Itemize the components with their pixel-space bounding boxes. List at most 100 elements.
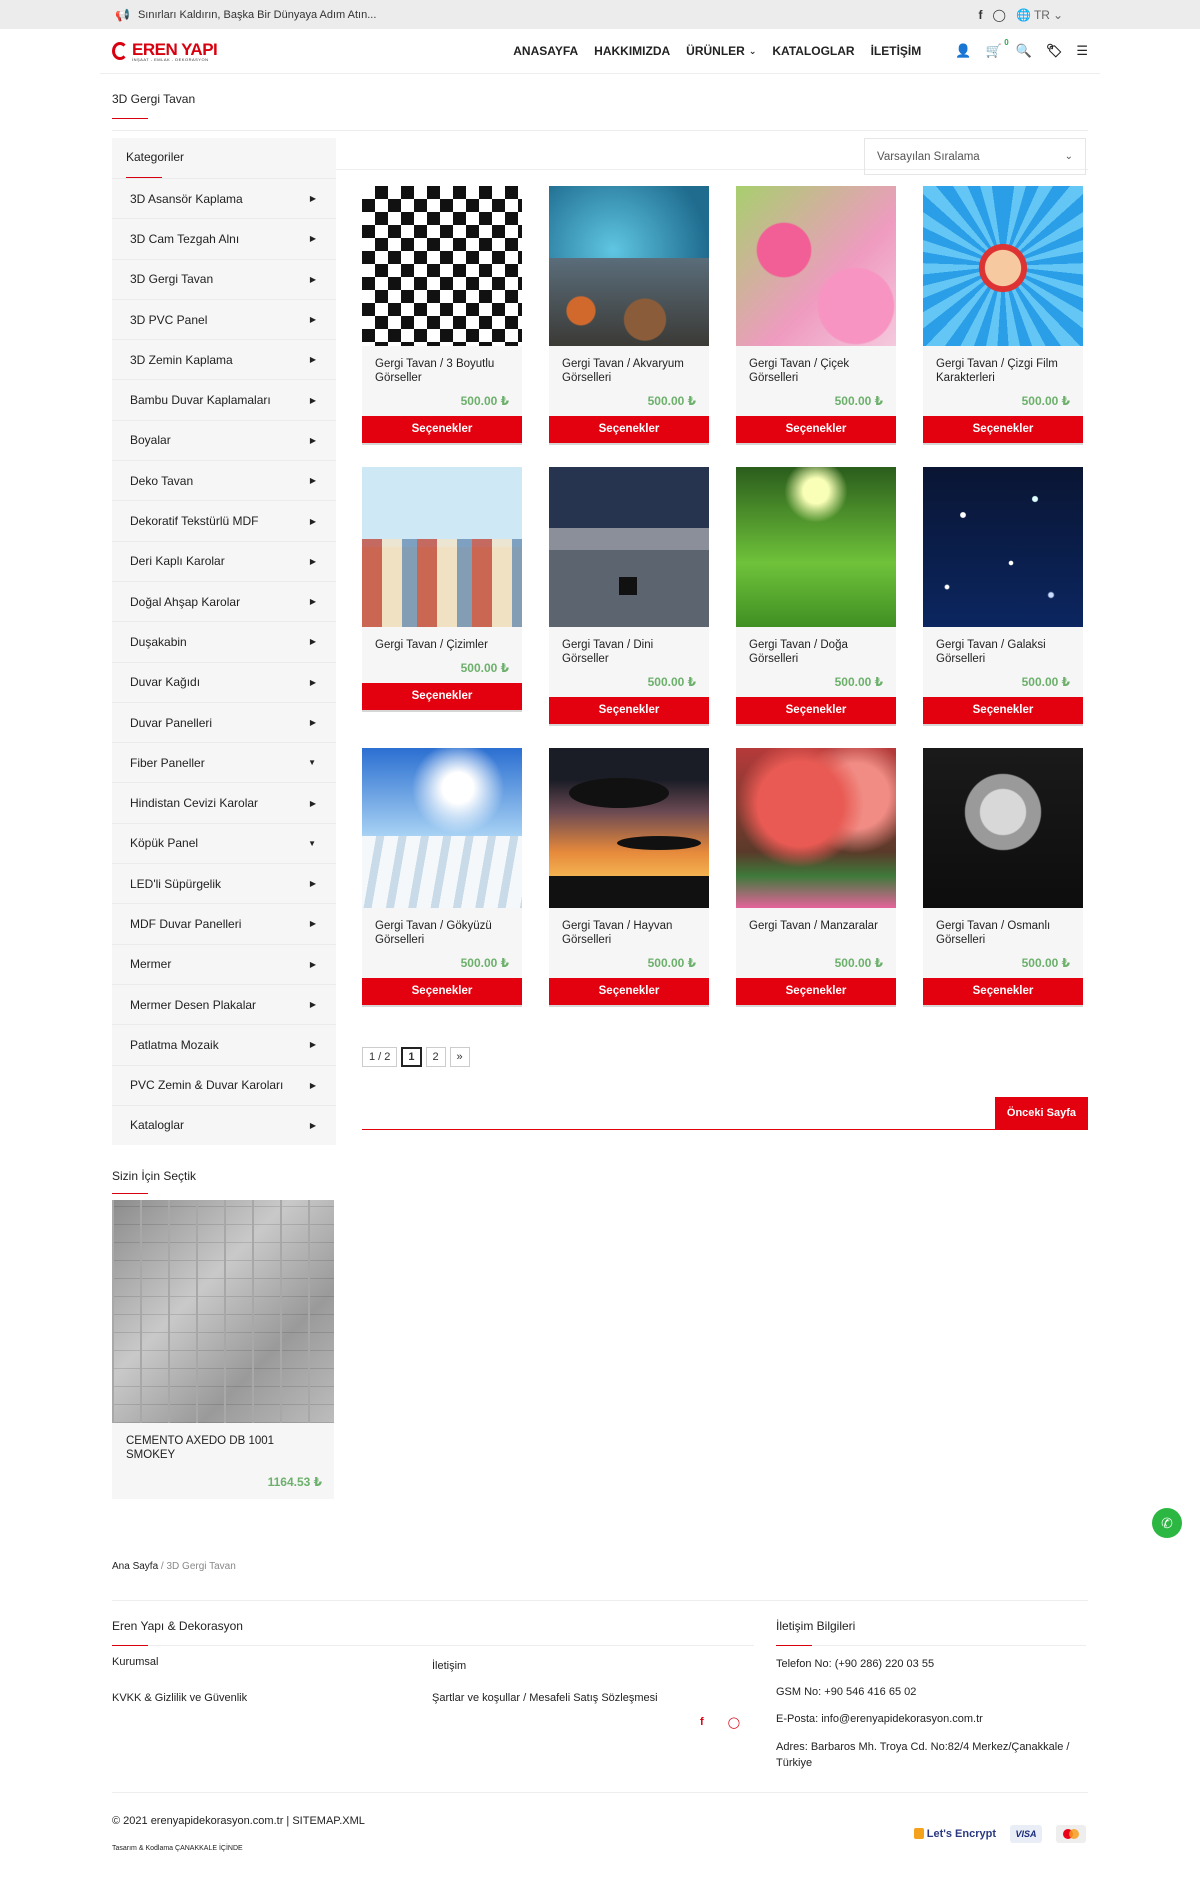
sidebar-category-item[interactable]: 3D Asansör Kaplama ▶ xyxy=(112,178,336,218)
sidebar-category-item[interactable]: LED'li Süpürgelik ▶ xyxy=(112,863,336,903)
sidebar-category-item[interactable]: Dekoratif Tekstürlü MDF ▶ xyxy=(112,500,336,540)
sidebar-category-item[interactable]: Deko Tavan ▶ xyxy=(112,460,336,500)
product-image[interactable] xyxy=(362,467,522,627)
whatsapp-button[interactable]: ✆ xyxy=(1152,1508,1182,1538)
product-card[interactable]: Gergi Tavan / Çiçek Görselleri 500.00 ₺ Se… xyxy=(736,186,896,443)
product-card[interactable]: Gergi Tavan / Gökyüzü Görselleri 500.00 ₺… xyxy=(362,748,522,1005)
sidebar-category-item[interactable]: MDF Duvar Panelleri ▶ xyxy=(112,903,336,943)
options-button[interactable]: Seçenekler xyxy=(736,978,896,1005)
instagram-icon[interactable]: ◯ xyxy=(728,1716,740,1729)
product-title[interactable]: Gergi Tavan / Doğa Görselleri xyxy=(749,639,883,667)
product-image[interactable] xyxy=(736,186,896,346)
product-card[interactable]: Gergi Tavan / Akvaryum Görselleri 500.00 … xyxy=(549,186,709,443)
product-image[interactable] xyxy=(923,467,1083,627)
sidebar-category-item[interactable]: 3D Zemin Kaplama ▶ xyxy=(112,339,336,379)
product-image[interactable] xyxy=(549,467,709,627)
sidebar-category-item[interactable]: 3D PVC Panel ▶ xyxy=(112,298,336,339)
options-button[interactable]: Seçenekler xyxy=(923,978,1083,1005)
nav-products[interactable]: ÜRÜNLER ⌄ xyxy=(686,44,756,58)
product-image[interactable] xyxy=(362,748,522,908)
options-button[interactable]: Seçenekler xyxy=(549,416,709,443)
product-image[interactable] xyxy=(923,748,1083,908)
options-button[interactable]: Seçenekler xyxy=(362,683,522,710)
pagination-next[interactable]: » xyxy=(449,1047,470,1067)
product-card[interactable]: Gergi Tavan / 3 Boyutlu Görseller 500.00 … xyxy=(362,186,522,443)
product-image[interactable] xyxy=(549,748,709,908)
sidebar-category-item[interactable]: Mermer ▶ xyxy=(112,943,336,984)
options-button[interactable]: Seçenekler xyxy=(923,416,1083,443)
picked-product-card[interactable]: CEMENTO AXEDO DB 1001 SMOKEY 1164.53 ₺ xyxy=(112,1200,334,1499)
menu-icon[interactable]: ☰ xyxy=(1076,43,1088,59)
product-title[interactable]: Gergi Tavan / Çizgi Film Karakterleri xyxy=(936,358,1070,386)
product-title[interactable]: Gergi Tavan / Akvaryum Görselleri xyxy=(562,358,696,386)
sidebar-category-item[interactable]: Köpük Panel ▼ xyxy=(112,822,336,863)
product-image[interactable] xyxy=(736,748,896,908)
sidebar-category-item[interactable]: Duşakabin ▶ xyxy=(112,621,336,661)
user-icon[interactable]: 👤 xyxy=(955,43,971,59)
sidebar-category-item[interactable]: Mermer Desen Plakalar ▶ xyxy=(112,983,336,1024)
sidebar-category-item[interactable]: Patlatma Mozaik ▶ xyxy=(112,1024,336,1064)
product-image[interactable] xyxy=(362,186,522,346)
footer-link-kvkk[interactable]: KVKK & Gizlilik ve Güvenlik xyxy=(112,1692,432,1704)
breadcrumb-home[interactable]: Ana Sayfa xyxy=(112,1561,158,1572)
picked-product-image[interactable] xyxy=(112,1200,334,1424)
picked-product-title[interactable]: CEMENTO AXEDO DB 1001 SMOKEY xyxy=(112,1423,334,1463)
previous-page-button[interactable]: Önceki Sayfa xyxy=(994,1097,1088,1130)
options-button[interactable]: Seçenekler xyxy=(736,697,896,724)
options-button[interactable]: Seçenekler xyxy=(923,697,1083,724)
logo[interactable]: EREN YAPI İNŞAAT - EMLAK - DEKORASYON xyxy=(112,41,218,62)
footer-link-corporate[interactable]: Kurumsal xyxy=(112,1656,432,1672)
search-icon[interactable]: 🔍 xyxy=(1016,43,1032,59)
options-button[interactable]: Seçenekler xyxy=(362,978,522,1005)
sidebar-category-item[interactable]: Hindistan Cevizi Karolar ▶ xyxy=(112,782,336,822)
sidebar-category-item[interactable]: Deri Kaplı Karolar ▶ xyxy=(112,540,336,581)
footer-link-terms[interactable]: Şartlar ve koşullar / Mesafeli Satış Söz… xyxy=(432,1692,754,1704)
sidebar-category-item[interactable]: Doğal Ahşap Karolar ▶ xyxy=(112,580,336,621)
footer-link-contact[interactable]: İletişim xyxy=(432,1660,754,1672)
nav-home[interactable]: ANASAYFA xyxy=(513,44,578,58)
nav-catalogs[interactable]: KATALOGLAR xyxy=(772,44,854,58)
nav-contact[interactable]: İLETİŞİM xyxy=(871,44,922,58)
sidebar-category-item[interactable]: Bambu Duvar Kaplamaları ▶ xyxy=(112,379,336,419)
cart-icon[interactable]: 🛒 0 xyxy=(985,38,1008,59)
product-title[interactable]: Gergi Tavan / 3 Boyutlu Görseller xyxy=(375,358,509,386)
product-image[interactable] xyxy=(923,186,1083,346)
product-card[interactable]: Gergi Tavan / Çizgi Film Karakterleri 500… xyxy=(923,186,1083,443)
facebook-icon[interactable]: f xyxy=(979,8,983,22)
product-card[interactable]: Gergi Tavan / Dini Görseller 500.00 ₺ Seçe… xyxy=(549,467,709,724)
product-card[interactable]: Gergi Tavan / Çizimler 500.00 ₺ Seçenekler xyxy=(362,467,522,724)
product-title[interactable]: Gergi Tavan / Manzaralar xyxy=(749,920,883,948)
product-title[interactable]: Gergi Tavan / Osmanlı Görselleri xyxy=(936,920,1070,948)
facebook-icon[interactable]: f xyxy=(700,1716,704,1729)
pagination-page-2[interactable]: 2 xyxy=(425,1047,446,1067)
product-image[interactable] xyxy=(736,467,896,627)
sidebar-category-item[interactable]: Duvar Kağıdı ▶ xyxy=(112,661,336,702)
product-title[interactable]: Gergi Tavan / Galaksi Görselleri xyxy=(936,639,1070,667)
instagram-icon[interactable]: ◯ xyxy=(993,8,1006,22)
sidebar-category-item[interactable]: 3D Cam Tezgah Alnı ▶ xyxy=(112,218,336,258)
options-button[interactable]: Seçenekler xyxy=(549,978,709,1005)
sidebar-category-item[interactable]: Duvar Panelleri ▶ xyxy=(112,701,336,742)
product-card[interactable]: Gergi Tavan / Doğa Görselleri 500.00 ₺ Seç… xyxy=(736,467,896,724)
product-title[interactable]: Gergi Tavan / Dini Görseller xyxy=(562,639,696,667)
product-card[interactable]: Gergi Tavan / Hayvan Görselleri 500.00 ₺ S… xyxy=(549,748,709,1005)
nav-about[interactable]: HAKKIMIZDA xyxy=(594,44,670,58)
product-title[interactable]: Gergi Tavan / Hayvan Görselleri xyxy=(562,920,696,948)
sort-select[interactable]: Varsayılan Sıralama ⌄ xyxy=(864,138,1086,175)
sidebar-category-item[interactable]: Boyalar ▶ xyxy=(112,419,336,460)
sidebar-category-item[interactable]: Fiber Paneller ▼ xyxy=(112,742,336,782)
footer-email[interactable]: E-Posta: info@erenyapidekorasyon.com.tr xyxy=(776,1711,1086,1728)
sidebar-category-item[interactable]: PVC Zemin & Duvar Karoları ▶ xyxy=(112,1064,336,1105)
product-card[interactable]: Gergi Tavan / Osmanlı Görselleri 500.00 ₺… xyxy=(923,748,1083,1005)
tags-icon[interactable]: 🏷 xyxy=(1046,43,1063,59)
product-title[interactable]: Gergi Tavan / Gökyüzü Görselleri xyxy=(375,920,509,948)
sitemap-link[interactable]: SITEMAP.XML xyxy=(292,1815,365,1827)
product-title[interactable]: Gergi Tavan / Çiçek Görselleri xyxy=(749,358,883,386)
sidebar-category-item[interactable]: Kataloglar ▶ xyxy=(112,1104,336,1145)
language-selector[interactable]: 🌐 TR ⌄ xyxy=(1016,8,1063,22)
product-card[interactable]: Gergi Tavan / Galaksi Görselleri 500.00 ₺… xyxy=(923,467,1083,724)
product-card[interactable]: Gergi Tavan / Manzaralar 500.00 ₺ Seçenekl… xyxy=(736,748,896,1005)
options-button[interactable]: Seçenekler xyxy=(549,697,709,724)
sidebar-category-item[interactable]: 3D Gergi Tavan ▶ xyxy=(112,258,336,299)
product-image[interactable] xyxy=(549,186,709,346)
